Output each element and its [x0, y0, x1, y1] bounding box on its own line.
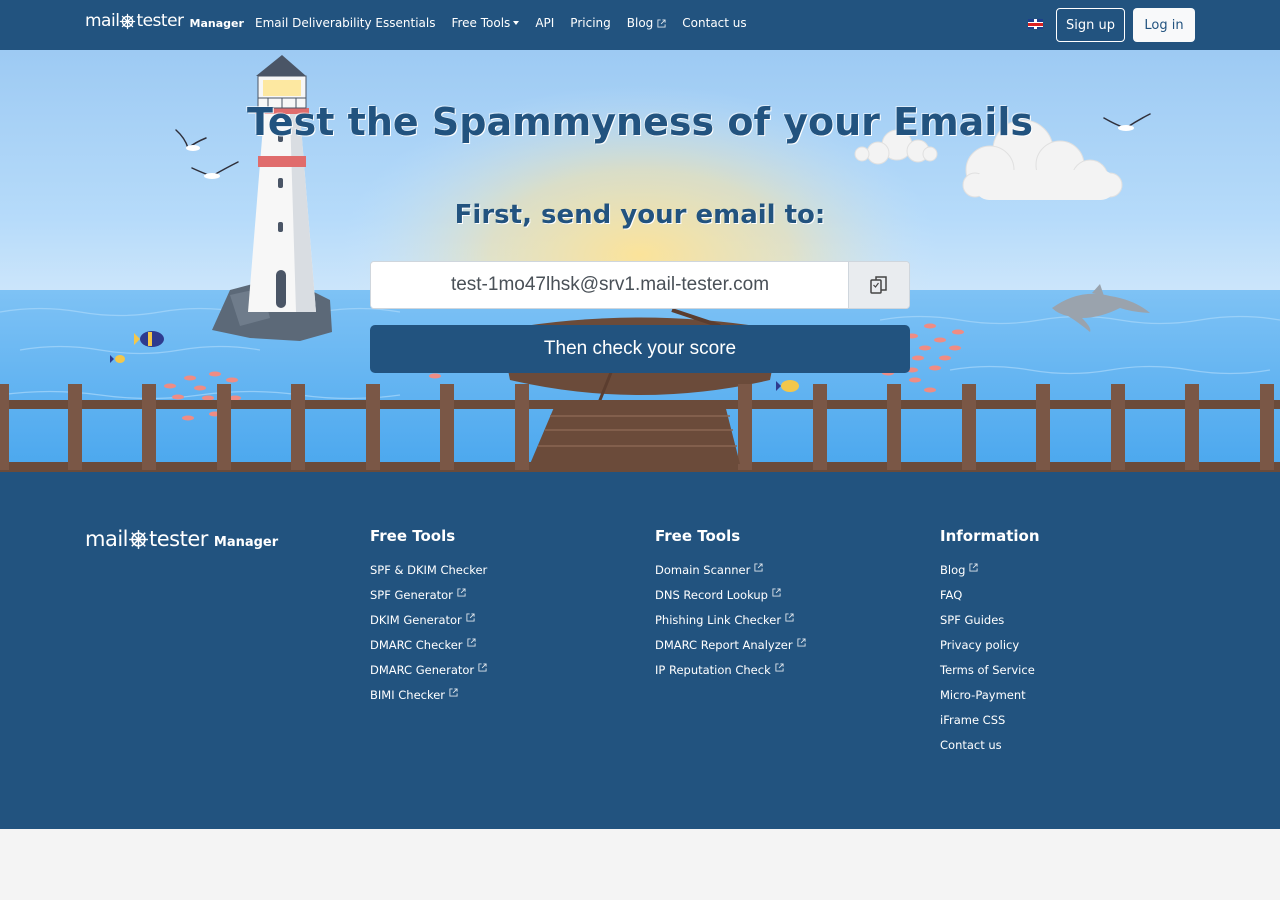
- site-footer: mail tester Manager Free Tools SPF & DKI…: [0, 472, 1280, 829]
- footer-link-dns-record-lookup[interactable]: DNS Record Lookup: [655, 588, 905, 613]
- footer-column-information: Information Blog FAQ SPF Guides Privacy …: [940, 527, 1190, 763]
- footer-link-label: Blog: [940, 563, 966, 577]
- brand-logo[interactable]: mail tester Manager: [85, 11, 244, 31]
- copy-email-button[interactable]: [848, 262, 909, 308]
- external-link-icon: [466, 638, 476, 647]
- external-link-icon: [449, 688, 458, 697]
- logo-suffix: Manager: [189, 16, 244, 30]
- logo-word-mail: mail: [85, 527, 129, 551]
- ship-wheel-icon: [129, 529, 148, 549]
- logo-word-tester: tester: [136, 11, 184, 31]
- login-button[interactable]: Log in: [1133, 8, 1195, 42]
- nav-link-label: Blog: [626, 16, 654, 30]
- nav-link-label: Free Tools: [451, 16, 511, 30]
- hero-section: Test the Spammyness of your Emails First…: [0, 50, 1280, 472]
- nav-link-essentials[interactable]: Email Deliverability Essentials: [255, 16, 435, 30]
- ship-wheel-icon: [120, 13, 136, 29]
- hero-title: Test the Spammyness of your Emails: [247, 100, 1033, 144]
- footer-link-label: DMARC Report Analyzer: [655, 638, 793, 652]
- footer-link-label: SPF Guides: [940, 613, 1005, 627]
- footer-link-micro-payment[interactable]: Micro-Payment: [940, 688, 1190, 713]
- footer-link-label: Phishing Link Checker: [655, 613, 782, 627]
- footer-link-label: Contact us: [940, 738, 1002, 752]
- footer-link-label: Privacy policy: [940, 638, 1020, 652]
- footer-link-ip-reputation-check[interactable]: IP Reputation Check: [655, 663, 905, 688]
- copy-icon: [870, 276, 887, 294]
- external-link-icon: [457, 588, 466, 597]
- footer-link-privacy-policy[interactable]: Privacy policy: [940, 638, 1190, 663]
- main-nav: Email Deliverability Essentials Free Too…: [255, 16, 763, 30]
- test-email-field[interactable]: [371, 262, 849, 308]
- nav-link-contact[interactable]: Contact us: [682, 16, 746, 30]
- footer-link-label: iFrame CSS: [940, 713, 1006, 727]
- footer-column-free-tools-1: Free Tools SPF & DKIM Checker SPF Genera…: [370, 527, 620, 713]
- nav-link-free-tools[interactable]: Free Tools: [451, 16, 520, 30]
- footer-link-label: DKIM Generator: [370, 613, 462, 627]
- hero-subtitle: First, send your email to:: [454, 200, 826, 230]
- footer-link-spf-dkim-checker[interactable]: SPF & DKIM Checker: [370, 563, 620, 588]
- footer-link-terms-of-service[interactable]: Terms of Service: [940, 663, 1190, 688]
- footer-link-spf-guides[interactable]: SPF Guides: [940, 613, 1190, 638]
- footer-link-label: DMARC Checker: [370, 638, 463, 652]
- footer-column-title: Free Tools: [655, 527, 741, 545]
- footer-link-dmarc-report-analyzer[interactable]: DMARC Report Analyzer: [655, 638, 905, 663]
- footer-link-domain-scanner[interactable]: Domain Scanner: [655, 563, 905, 588]
- footer-link-dmarc-checker[interactable]: DMARC Checker: [370, 638, 620, 663]
- external-link-icon: [772, 588, 781, 597]
- footer-link-contact-us[interactable]: Contact us: [940, 738, 1190, 763]
- signup-button[interactable]: Sign up: [1056, 8, 1125, 42]
- page-bottom-background: [0, 829, 1280, 900]
- footer-link-label: DNS Record Lookup: [655, 588, 768, 602]
- logo-word-mail: mail: [85, 11, 120, 31]
- footer-link-label: SPF & DKIM Checker: [370, 563, 488, 577]
- top-navbar: mail tester Manager Email Deliverability…: [0, 0, 1280, 50]
- nav-link-label: Pricing: [570, 16, 611, 30]
- external-link-icon: [657, 18, 666, 28]
- footer-column-free-tools-2: Free Tools Domain Scanner DNS Record Loo…: [655, 527, 905, 688]
- footer-link-dkim-generator[interactable]: DKIM Generator: [370, 613, 620, 638]
- footer-link-label: Terms of Service: [940, 663, 1035, 677]
- nav-link-label: Email Deliverability Essentials: [255, 16, 436, 30]
- logo-word-tester: tester: [149, 527, 208, 551]
- logo-suffix: Manager: [213, 534, 279, 550]
- external-link-icon: [478, 663, 487, 672]
- footer-link-label: Domain Scanner: [655, 563, 751, 577]
- nav-link-api[interactable]: API: [535, 16, 554, 30]
- footer-link-label: IP Reputation Check: [655, 663, 771, 677]
- external-link-icon: [466, 613, 475, 622]
- footer-link-dmarc-generator[interactable]: DMARC Generator: [370, 663, 620, 688]
- uk-flag-icon[interactable]: [1028, 19, 1043, 29]
- external-link-icon: [797, 638, 806, 647]
- footer-link-label: Micro-Payment: [940, 688, 1026, 702]
- check-score-button[interactable]: Then check your score: [370, 325, 910, 373]
- footer-link-spf-generator[interactable]: SPF Generator: [370, 588, 620, 613]
- nav-link-label: Contact us: [682, 16, 747, 30]
- footer-brand-logo[interactable]: mail tester Manager: [85, 527, 278, 551]
- footer-column-title: Information: [940, 527, 1040, 545]
- external-link-icon: [969, 563, 978, 572]
- nav-link-label: API: [535, 16, 555, 30]
- caret-down-icon: [513, 21, 520, 25]
- footer-link-phishing-link-checker[interactable]: Phishing Link Checker: [655, 613, 905, 638]
- footer-link-label: BIMI Checker: [370, 688, 446, 702]
- footer-link-label: FAQ: [940, 588, 963, 602]
- footer-link-faq[interactable]: FAQ: [940, 588, 1190, 613]
- footer-link-label: DMARC Generator: [370, 663, 475, 677]
- footer-link-blog[interactable]: Blog: [940, 563, 1190, 588]
- external-link-icon: [754, 563, 763, 572]
- footer-link-bimi-checker[interactable]: BIMI Checker: [370, 688, 620, 713]
- footer-column-title: Free Tools: [370, 527, 456, 545]
- external-link-icon: [785, 613, 794, 622]
- test-email-group: [370, 261, 910, 309]
- nav-link-blog[interactable]: Blog: [627, 16, 667, 30]
- external-link-icon: [775, 663, 784, 672]
- footer-link-label: SPF Generator: [370, 588, 453, 602]
- footer-link-iframe-css[interactable]: iFrame CSS: [940, 713, 1190, 738]
- nav-link-pricing[interactable]: Pricing: [570, 16, 610, 30]
